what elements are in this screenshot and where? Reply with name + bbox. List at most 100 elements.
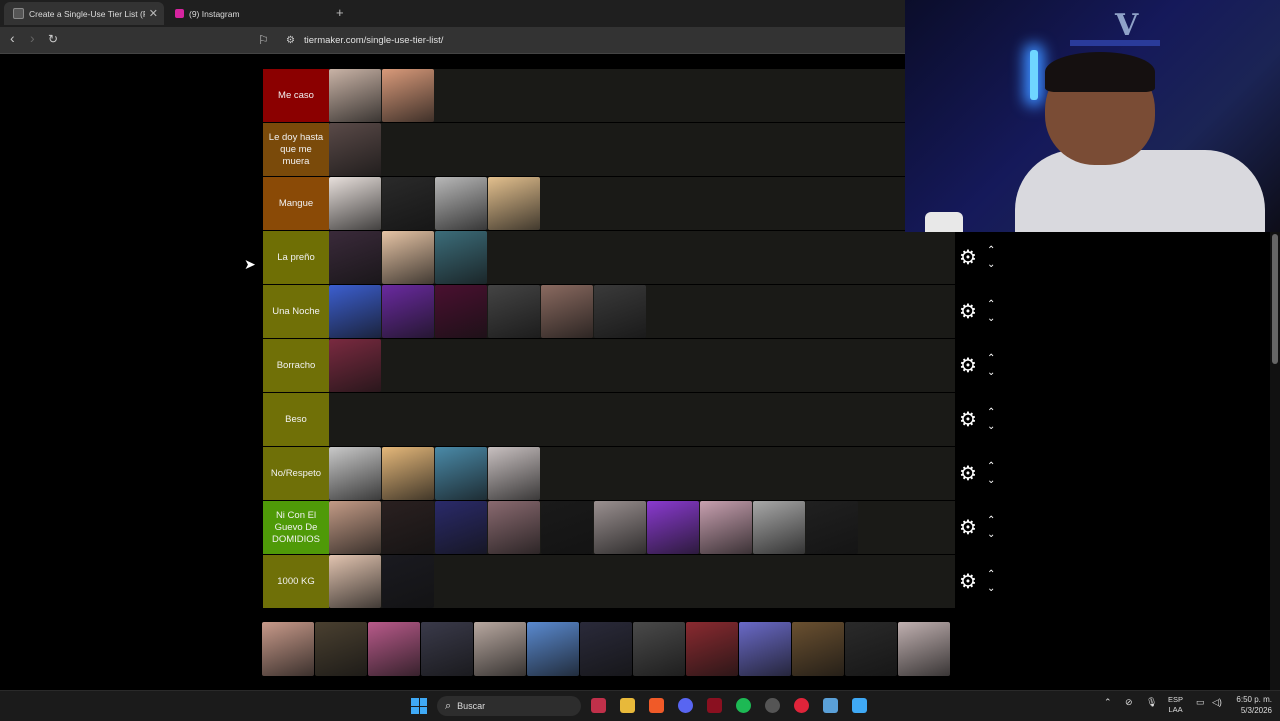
tier-item-image[interactable]: [753, 501, 805, 554]
forward-arrow-icon[interactable]: ›: [30, 30, 35, 46]
taskbar-search[interactable]: ⌕ Buscar: [437, 696, 581, 716]
adobe-icon[interactable]: [591, 698, 606, 713]
chevron-up-icon[interactable]: ⌃: [987, 461, 995, 472]
tier-item-image[interactable]: [382, 231, 434, 284]
pool-item-image[interactable]: [792, 622, 844, 676]
tier-item-image[interactable]: [435, 285, 487, 338]
tier-label[interactable]: Beso: [263, 393, 329, 446]
tier-item-image[interactable]: [647, 501, 699, 554]
windows-start-icon[interactable]: [411, 698, 427, 714]
tier-item-image[interactable]: [382, 447, 434, 500]
tier-item-image[interactable]: [435, 177, 487, 230]
tier-label[interactable]: Mangue: [263, 177, 329, 230]
tier-item-image[interactable]: [488, 447, 540, 500]
tier-item-image[interactable]: [435, 501, 487, 554]
chevron-up-icon[interactable]: ⌃: [987, 299, 995, 310]
chatgpt-icon[interactable]: [765, 698, 780, 713]
tier-item-image[interactable]: [488, 501, 540, 554]
tier-item-image[interactable]: [382, 501, 434, 554]
gear-icon[interactable]: ⚙: [959, 464, 979, 484]
new-tab-button[interactable]: +: [336, 5, 344, 20]
chevron-down-icon[interactable]: ⌄: [987, 475, 995, 486]
gear-icon[interactable]: ⚙: [959, 518, 979, 538]
volume-icon[interactable]: ◁): [1212, 697, 1222, 708]
chevron-down-icon[interactable]: ⌄: [987, 313, 995, 324]
tier-item-image[interactable]: [488, 285, 540, 338]
opera-icon[interactable]: [794, 698, 809, 713]
address-bar[interactable]: ⚐ ⚙ tiermaker.com/single-use-tier-list/: [258, 30, 918, 50]
site-info-icon[interactable]: ⚙: [286, 35, 304, 46]
network-icon[interactable]: ▭: [1196, 697, 1205, 708]
gear-icon[interactable]: ⚙: [959, 410, 979, 430]
tier-label[interactable]: La preño: [263, 231, 329, 284]
pool-item-image[interactable]: [474, 622, 526, 676]
pool-item-image[interactable]: [580, 622, 632, 676]
tier-item-image[interactable]: [329, 555, 381, 608]
chevron-up-icon[interactable]: ⌃: [987, 569, 995, 580]
tier-item-image[interactable]: [382, 285, 434, 338]
chevron-down-icon[interactable]: ⌄: [987, 583, 995, 594]
gear-icon[interactable]: ⚙: [959, 572, 979, 592]
scrollbar-thumb[interactable]: [1272, 234, 1278, 364]
discord-icon[interactable]: [678, 698, 693, 713]
chevron-down-icon[interactable]: ⌄: [987, 367, 995, 378]
tier-item-image[interactable]: [435, 447, 487, 500]
url-text[interactable]: tiermaker.com/single-use-tier-list/: [304, 35, 443, 46]
tab-instagram[interactable]: (9) Instagram: [166, 2, 326, 25]
language-indicator[interactable]: ESP LAA: [1168, 695, 1183, 715]
pool-item-image[interactable]: [686, 622, 738, 676]
chevron-up-icon[interactable]: ⌃: [987, 245, 995, 256]
brave-browser-icon[interactable]: [649, 698, 664, 713]
microphone-icon[interactable]: 🎙: [1146, 697, 1157, 708]
tier-item-image[interactable]: [488, 177, 540, 230]
chevron-up-icon[interactable]: ⌃: [987, 353, 995, 364]
back-arrow-icon[interactable]: ‹: [10, 30, 15, 46]
chevron-down-icon[interactable]: ⌄: [987, 529, 995, 540]
pool-item-image[interactable]: [315, 622, 367, 676]
tier-label[interactable]: Ni Con El Guevo De DOMIDIOS: [263, 501, 329, 554]
tier-item-image[interactable]: [382, 177, 434, 230]
chevron-up-icon[interactable]: ⌃: [987, 407, 995, 418]
tier-item-image[interactable]: [700, 501, 752, 554]
tier-item-image[interactable]: [329, 339, 381, 392]
tier-item-image[interactable]: [382, 555, 434, 608]
tier-label[interactable]: Me caso: [263, 69, 329, 122]
tier-label[interactable]: Le doy hasta que me muera: [263, 123, 329, 176]
tier-label[interactable]: 1000 KG: [263, 555, 329, 608]
tier-item-image[interactable]: [541, 501, 593, 554]
pool-item-image[interactable]: [898, 622, 950, 676]
chevron-up-icon[interactable]: ⌃: [987, 515, 995, 526]
reload-icon[interactable]: ↻: [48, 32, 58, 46]
spotify-icon[interactable]: [736, 698, 751, 713]
app-x-icon[interactable]: [707, 698, 722, 713]
tier-item-image[interactable]: [594, 285, 646, 338]
chevron-down-icon[interactable]: ⌄: [987, 259, 995, 270]
pool-item-image[interactable]: [845, 622, 897, 676]
tier-item-image[interactable]: [382, 69, 434, 122]
tier-item-image[interactable]: [329, 123, 381, 176]
tier-item-image[interactable]: [329, 177, 381, 230]
tier-item-image[interactable]: [435, 231, 487, 284]
tier-item-image[interactable]: [329, 69, 381, 122]
pool-item-image[interactable]: [739, 622, 791, 676]
tier-item-image[interactable]: [806, 501, 858, 554]
tier-item-image[interactable]: [329, 231, 381, 284]
tab-tiermaker[interactable]: Create a Single-Use Tier List (Pri ✕: [4, 2, 164, 25]
gear-icon[interactable]: ⚙: [959, 248, 979, 268]
tray-chevron-icon[interactable]: ⌃: [1104, 697, 1112, 708]
pool-item-image[interactable]: [368, 622, 420, 676]
file-explorer-icon[interactable]: [620, 698, 635, 713]
tier-item-image[interactable]: [329, 447, 381, 500]
tier-label[interactable]: No/Respeto: [263, 447, 329, 500]
notepad-icon[interactable]: [823, 698, 838, 713]
tier-item-image[interactable]: [541, 285, 593, 338]
system-clock[interactable]: 6:50 p. m. 5/3/2026: [1232, 694, 1272, 716]
tier-item-image[interactable]: [594, 501, 646, 554]
tier-item-image[interactable]: [329, 501, 381, 554]
pool-item-image[interactable]: [633, 622, 685, 676]
bookmark-icon[interactable]: ⚐: [258, 33, 278, 47]
pool-item-image[interactable]: [421, 622, 473, 676]
gear-icon[interactable]: ⚙: [959, 302, 979, 322]
tier-item-image[interactable]: [329, 285, 381, 338]
close-tab-icon[interactable]: ✕: [149, 7, 158, 20]
